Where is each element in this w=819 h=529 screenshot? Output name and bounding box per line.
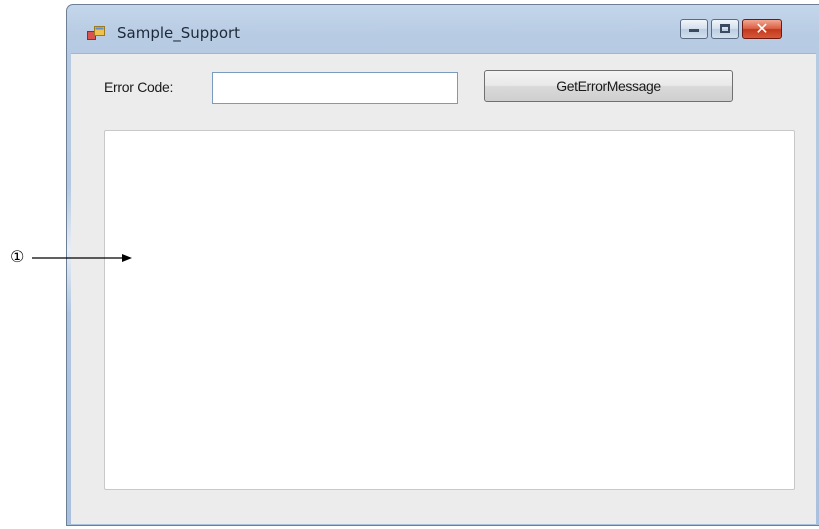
callout-number: ① xyxy=(10,247,25,266)
error-code-label: Error Code: xyxy=(104,79,174,95)
minimize-icon xyxy=(689,29,699,32)
callout-arrow-icon xyxy=(32,254,132,262)
title-bar[interactable]: Sample_Support ✕ xyxy=(67,5,819,53)
window-title: Sample_Support xyxy=(117,24,241,42)
error-code-input[interactable] xyxy=(212,72,458,104)
maximize-button[interactable] xyxy=(711,19,739,39)
close-icon: ✕ xyxy=(755,19,769,38)
app-icon xyxy=(87,26,105,40)
get-error-message-button[interactable]: GetErrorMessage xyxy=(484,70,733,102)
minimize-button[interactable] xyxy=(680,19,708,39)
app-window: Sample_Support ✕ Error Code: GetErrorMes… xyxy=(66,4,819,526)
error-message-output[interactable] xyxy=(104,130,795,490)
form-client-area: Error Code: GetErrorMessage xyxy=(71,53,816,524)
maximize-icon xyxy=(720,24,730,33)
close-button[interactable]: ✕ xyxy=(742,19,782,39)
